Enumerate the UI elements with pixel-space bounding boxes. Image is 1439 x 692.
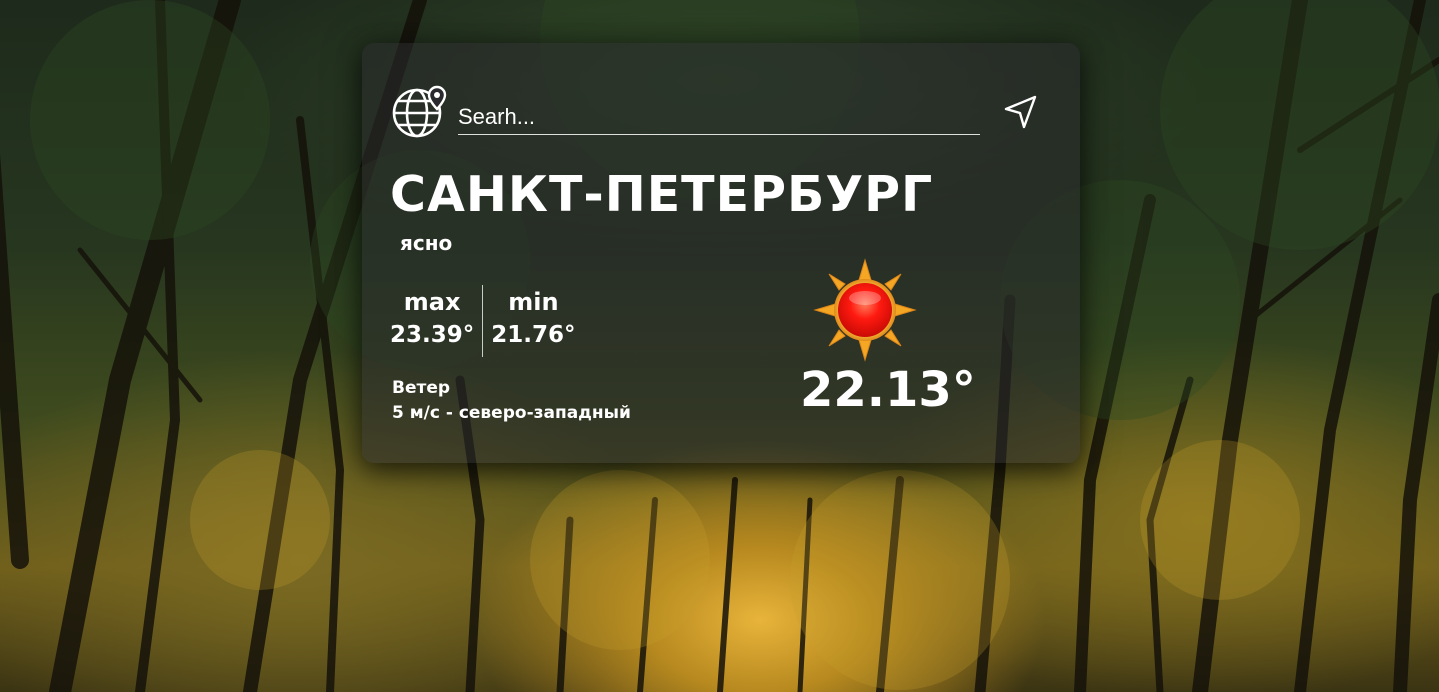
weather-description: ясно <box>400 231 453 255</box>
wind-label: Ветер <box>392 378 451 398</box>
temperature-range: max 23.39° min 21.76° <box>390 285 576 357</box>
min-value: 21.76° <box>491 322 576 348</box>
max-value: 23.39° <box>390 322 475 348</box>
min-temperature: min 21.76° <box>483 285 575 357</box>
current-temperature: 22.13° <box>800 362 976 418</box>
globe-pin-icon <box>391 83 449 139</box>
min-label: min <box>508 288 559 316</box>
wind-value: 5 м/с - северо-западный <box>392 403 631 423</box>
search-input[interactable] <box>458 100 980 135</box>
sun-icon <box>813 258 917 362</box>
max-label: max <box>403 288 461 316</box>
city-name: САНКТ-ПЕТЕРБУРГ <box>390 166 934 223</box>
navigation-arrow-icon[interactable] <box>1003 94 1039 130</box>
max-temperature: max 23.39° <box>390 285 482 357</box>
